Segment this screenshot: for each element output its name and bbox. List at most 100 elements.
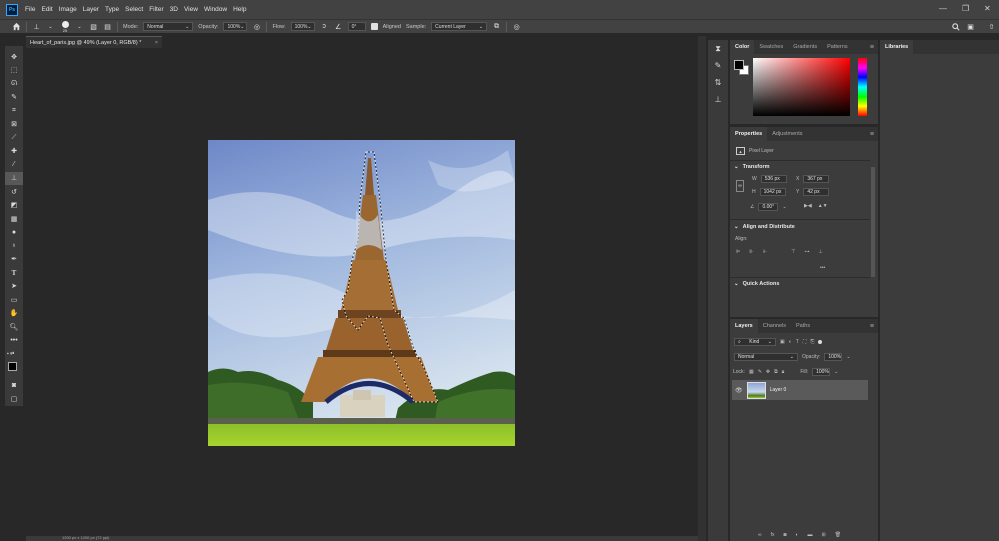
marquee-tool-icon[interactable]: ⬚ (5, 64, 23, 78)
filter-pixel-icon[interactable]: ▣ (780, 339, 785, 345)
path-selection-tool-icon[interactable]: ➤ (5, 280, 23, 294)
foreground-color-swatch[interactable] (734, 60, 744, 70)
lock-pixels-icon[interactable]: ✎ (758, 369, 762, 375)
flip-vertical-icon[interactable]: ▲▼ (818, 203, 828, 209)
blur-tool-icon[interactable]: ● (5, 226, 23, 240)
share-icon[interactable]: ⇧ (987, 22, 996, 31)
filter-type-icon[interactable]: T (796, 339, 799, 345)
chevron-down-icon[interactable]: ⌄ (846, 354, 850, 360)
chevron-down-icon[interactable]: ⌄ (834, 369, 838, 375)
color-swatches[interactable] (5, 361, 23, 379)
filter-toggle-icon[interactable] (818, 340, 823, 344)
type-tool-icon[interactable]: T (5, 266, 23, 280)
menu-type[interactable]: Type (102, 6, 122, 13)
hue-slider[interactable] (858, 58, 867, 116)
align-bottom-icon[interactable]: ⊥ (818, 249, 822, 255)
lock-artboard-icon[interactable]: ⧉ (774, 369, 778, 375)
lock-all-icon[interactable]: 🔒︎ (782, 369, 785, 375)
link-layers-icon[interactable]: ∞ (758, 532, 762, 538)
crop-tool-icon[interactable]: ⌗ (5, 104, 23, 118)
filter-shape-icon[interactable]: ⛶ (803, 339, 807, 345)
color-swatches-mini[interactable] (734, 60, 750, 76)
new-group-icon[interactable]: ▬ (808, 532, 813, 538)
workspace-icon[interactable]: ▣ (966, 22, 975, 31)
chevron-down-icon[interactable]: ⌄ (782, 204, 786, 210)
photoshop-logo[interactable]: Ps (6, 3, 18, 16)
menu-filter[interactable]: Filter (146, 6, 166, 13)
menu-3d[interactable]: 3D (167, 6, 181, 13)
menu-layer[interactable]: Layer (80, 6, 102, 13)
color-field[interactable] (753, 58, 850, 116)
layer-row[interactable]: 👁︎ Layer 0 (732, 380, 868, 400)
screen-mode-icon[interactable]: ▢ (5, 392, 23, 406)
search-icon[interactable] (951, 22, 960, 31)
sample-dropdown[interactable]: Current Layer ⌄ (431, 22, 488, 31)
fill-field[interactable]: 100% (812, 368, 831, 376)
foreground-color-swatch[interactable] (8, 361, 17, 371)
align-top-icon[interactable]: ⊤ (791, 249, 795, 255)
x-field[interactable]: 367 px (803, 175, 830, 183)
lock-transparent-icon[interactable]: ▦ (749, 369, 754, 375)
zoom-tool-icon[interactable]: 🔍︎ (5, 320, 23, 334)
lock-position-icon[interactable]: ✥ (766, 369, 770, 375)
airbrush-icon[interactable]: ↄ (320, 22, 329, 31)
clone-stamp-preset-icon[interactable]: ⊥ (32, 22, 41, 31)
tab-properties[interactable]: Properties (730, 127, 768, 141)
eraser-tool-icon[interactable]: ◩ (5, 199, 23, 213)
opacity-field[interactable]: 100% ⌄ (223, 22, 248, 31)
document-tab[interactable]: Heart_of_paris.jpg @ 49% (Layer 0, RGB/8… (26, 36, 162, 48)
brush-settings-panel-icon[interactable]: ✎ (708, 57, 728, 74)
new-layer-icon[interactable]: ⊞ (822, 532, 826, 538)
aligned-checkbox[interactable] (370, 23, 378, 30)
menu-file[interactable]: File (22, 6, 38, 13)
tab-gradients[interactable]: Gradients (788, 40, 822, 54)
menu-select[interactable]: Select (122, 6, 146, 13)
align-left-icon[interactable]: ⊫ (736, 249, 740, 255)
flip-horizontal-icon[interactable]: ▶◀ (804, 203, 812, 209)
pressure-size-icon[interactable]: ◎ (512, 22, 521, 31)
quick-mask-icon[interactable]: ◙ (5, 379, 23, 393)
minimize-icon[interactable]: — (939, 4, 947, 13)
frame-tool-icon[interactable]: ⊠ (5, 118, 23, 132)
close-icon[interactable]: ✕ (984, 4, 991, 13)
delete-layer-icon[interactable]: 🗑︎ (835, 532, 841, 538)
more-options-icon[interactable]: ••• (820, 265, 825, 271)
tab-color[interactable]: Color (730, 40, 755, 54)
filter-adjustment-icon[interactable]: ◐ (789, 339, 792, 345)
menu-view[interactable]: View (181, 6, 201, 13)
tab-swatches[interactable]: Swatches (754, 40, 788, 54)
properties-scrollbar[interactable] (871, 167, 875, 277)
ignore-adjustment-layers-icon[interactable]: ⧉ (492, 22, 501, 31)
align-horizontal-center-icon[interactable]: ⊪ (749, 249, 753, 255)
menu-help[interactable]: Help (230, 6, 249, 13)
brush-tool-icon[interactable]: ⁄ (5, 158, 23, 172)
quick-selection-tool-icon[interactable]: ✎ (5, 91, 23, 105)
lasso-tool-icon[interactable]: ᘏ (5, 77, 23, 91)
menu-edit[interactable]: Edit (38, 6, 55, 13)
y-field[interactable]: 42 px (803, 188, 830, 196)
eiffel-tower-photo[interactable] (208, 140, 515, 446)
panel-menu-icon[interactable]: ≡ (870, 44, 874, 51)
transform-header[interactable]: ⌄ Transform (734, 164, 770, 170)
brush-settings-icon[interactable]: ▧ (89, 22, 98, 31)
angle-field[interactable]: 0° (347, 22, 366, 31)
chevron-down-icon[interactable]: ⌄ (75, 22, 84, 31)
move-tool-icon[interactable]: ✥ (5, 50, 23, 64)
pen-tool-icon[interactable]: ✒ (5, 253, 23, 267)
link-dimensions-icon[interactable]: ∞ (736, 180, 744, 192)
eye-icon[interactable]: 👁︎ (735, 387, 743, 394)
blend-mode-dropdown[interactable]: Normal ⌄ (734, 353, 798, 361)
default-colors-icon[interactable]: ▪ ⇄ (5, 347, 23, 361)
add-mask-icon[interactable]: ◙ (783, 532, 786, 538)
flow-field[interactable]: 100% ⌄ (290, 22, 315, 31)
clone-source-panel-icon[interactable]: ⊥ (708, 91, 728, 108)
rectangle-tool-icon[interactable]: ▭ (5, 293, 23, 307)
tab-paths[interactable]: Paths (791, 319, 815, 333)
align-distribute-header[interactable]: ⌄ Align and Distribute (734, 224, 795, 230)
history-icon[interactable]: ⧗ (708, 40, 728, 57)
mode-dropdown[interactable]: Normal ⌄ (143, 22, 194, 31)
align-right-icon[interactable]: ⊩ (763, 249, 767, 255)
panel-menu-icon[interactable]: ≡ (870, 131, 874, 138)
quick-actions-header[interactable]: ⌄ Quick Actions (734, 281, 779, 287)
hand-tool-icon[interactable]: ✋ (5, 307, 23, 321)
